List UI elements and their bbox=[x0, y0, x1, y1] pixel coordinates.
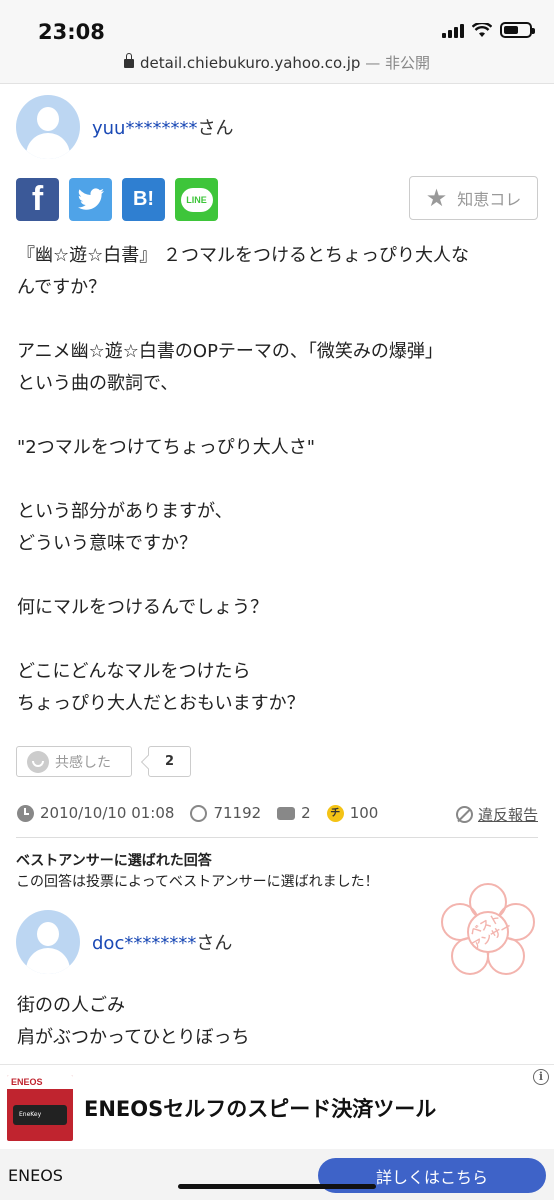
ad-footer: ENEOS 詳しくはこちら bbox=[0, 1149, 554, 1200]
facebook-icon: f bbox=[31, 180, 44, 218]
status-bar: 23:08 detail.chiebukuro.yahoo.co.jp — 非公… bbox=[0, 0, 554, 84]
smile-icon bbox=[27, 750, 49, 773]
url-private-label: — 非公開 bbox=[365, 54, 430, 72]
post-date: 2010/10/10 01:08 bbox=[40, 804, 175, 822]
battery-icon bbox=[500, 22, 535, 38]
report-label[interactable]: 違反報告 bbox=[478, 804, 538, 825]
question-body: 『幽☆遊☆白書』 ２つマルをつけるとちょっぴり大人な んですか？ アニメ幽☆遊☆白書… bbox=[17, 240, 539, 720]
facebook-share-button[interactable]: f bbox=[16, 178, 59, 221]
empathy-label: 共感した bbox=[55, 754, 111, 771]
star-icon: ★ bbox=[425, 184, 448, 212]
signal-icon bbox=[442, 22, 464, 38]
empathy-count: 2 bbox=[148, 746, 191, 777]
answer-line: 街のの人ごみ bbox=[17, 995, 125, 1016]
question-line: ちょっぴり大人だとおもいますか？ bbox=[17, 693, 305, 714]
avatar bbox=[16, 95, 80, 159]
question-line: "2つマルをつけてちょっぴり大人さ" bbox=[17, 437, 316, 458]
question-line: アニメ幽☆遊☆白書のOPテーマの、「微笑みの爆弾」 bbox=[17, 341, 443, 362]
answer-username[interactable]: doc********さん bbox=[92, 929, 232, 955]
eye-icon bbox=[190, 804, 208, 822]
question-line: んですか？ bbox=[17, 277, 107, 298]
question-author[interactable]: yuu********さん bbox=[16, 95, 233, 159]
answer-count: 2 bbox=[301, 804, 311, 822]
lock-icon bbox=[124, 53, 134, 68]
answer-body: 街のの人ごみ肩がぶつかってひとりぼっち bbox=[17, 990, 250, 1054]
system-icons bbox=[442, 22, 535, 38]
status-time: 23:08 bbox=[38, 20, 105, 44]
prohibited-icon bbox=[455, 806, 473, 823]
question-paragraph: "2つマルをつけてちょっぴり大人さ" bbox=[17, 432, 539, 464]
question-line: 何にマルをつけるんでしょう？ bbox=[17, 597, 269, 618]
wifi-icon bbox=[472, 22, 492, 37]
best-answer-stamp: ベストアンサー bbox=[441, 883, 535, 975]
chie-collection-label: 知恵コレ bbox=[457, 190, 522, 209]
line-share-button[interactable]: LINE bbox=[175, 178, 218, 221]
share-buttons: f B! LINE bbox=[16, 178, 218, 221]
report-link[interactable]: 違反報告 bbox=[455, 804, 538, 825]
line-icon: LINE bbox=[180, 187, 213, 212]
hatena-bookmark-button[interactable]: B! bbox=[122, 178, 165, 221]
ad-info-icon[interactable]: i bbox=[533, 1069, 549, 1085]
question-paragraph: アニメ幽☆遊☆白書のOPテーマの、「微笑みの爆弾」 という曲の歌詞で、 bbox=[17, 336, 539, 400]
question-paragraph: どこにどんなマルをつけたらちょっぴり大人だとおもいますか？ bbox=[17, 656, 539, 720]
answer-line: 肩がぶつかってひとりぼっち bbox=[17, 1027, 250, 1048]
question-paragraph: という部分がありますが、 どういう意味ですか？ bbox=[17, 496, 539, 560]
url-bar[interactable]: detail.chiebukuro.yahoo.co.jp — 非公開 bbox=[0, 52, 554, 73]
question-meta: 2010/10/10 01:08 71192 2 チ 100 bbox=[17, 804, 378, 822]
url-domain: detail.chiebukuro.yahoo.co.jp bbox=[140, 54, 361, 72]
hatena-icon: B! bbox=[132, 188, 155, 210]
ad-title[interactable]: ENEOSセルフのスピード決済ツール bbox=[84, 1093, 436, 1123]
ad-banner[interactable]: i ENEOS EneKey ENEOSセルフのスピード決済ツール ENEOS … bbox=[0, 1064, 554, 1200]
best-answer-title: ベストアンサーに選ばれた回答 bbox=[16, 853, 212, 869]
ad-image[interactable]: ENEOS EneKey bbox=[7, 1075, 73, 1141]
coin-count: 100 bbox=[349, 804, 379, 822]
question-line: という部分がありますが、 bbox=[17, 501, 233, 522]
question-paragraph: 何にマルをつけるんでしょう？ bbox=[17, 592, 539, 624]
ad-brand: ENEOS bbox=[8, 1166, 63, 1185]
question-paragraph: 『幽☆遊☆白書』 ２つマルをつけるとちょっぴり大人な んですか？ bbox=[17, 240, 539, 304]
home-indicator[interactable] bbox=[178, 1184, 376, 1189]
twitter-bird-icon bbox=[77, 187, 104, 210]
question-line: 『幽☆遊☆白書』 ２つマルをつけるとちょっぴり大人な bbox=[17, 245, 469, 266]
best-answer-subtitle: この回答は投票によってベストアンサーに選ばれました！ bbox=[16, 874, 379, 890]
question-line: どういう意味ですか？ bbox=[17, 533, 197, 554]
ad-image-brand: ENEOS bbox=[7, 1075, 73, 1089]
clock-icon bbox=[17, 804, 34, 822]
avatar bbox=[16, 910, 80, 974]
comment-icon bbox=[277, 806, 296, 820]
twitter-share-button[interactable] bbox=[69, 178, 112, 221]
question-username[interactable]: yuu********さん bbox=[92, 114, 233, 140]
question-line: どこにどんなマルをつけたら bbox=[17, 661, 251, 682]
divider bbox=[16, 837, 538, 838]
coin-icon: チ bbox=[326, 804, 344, 822]
view-count: 71192 bbox=[213, 804, 262, 822]
ad-image-card: EneKey bbox=[13, 1105, 67, 1125]
empathy-button[interactable]: 共感した bbox=[16, 746, 132, 777]
answer-author[interactable]: doc********さん bbox=[16, 910, 232, 974]
chie-collection-button[interactable]: ★ 知恵コレ bbox=[409, 176, 538, 220]
question-line: という曲の歌詞で、 bbox=[17, 373, 179, 394]
